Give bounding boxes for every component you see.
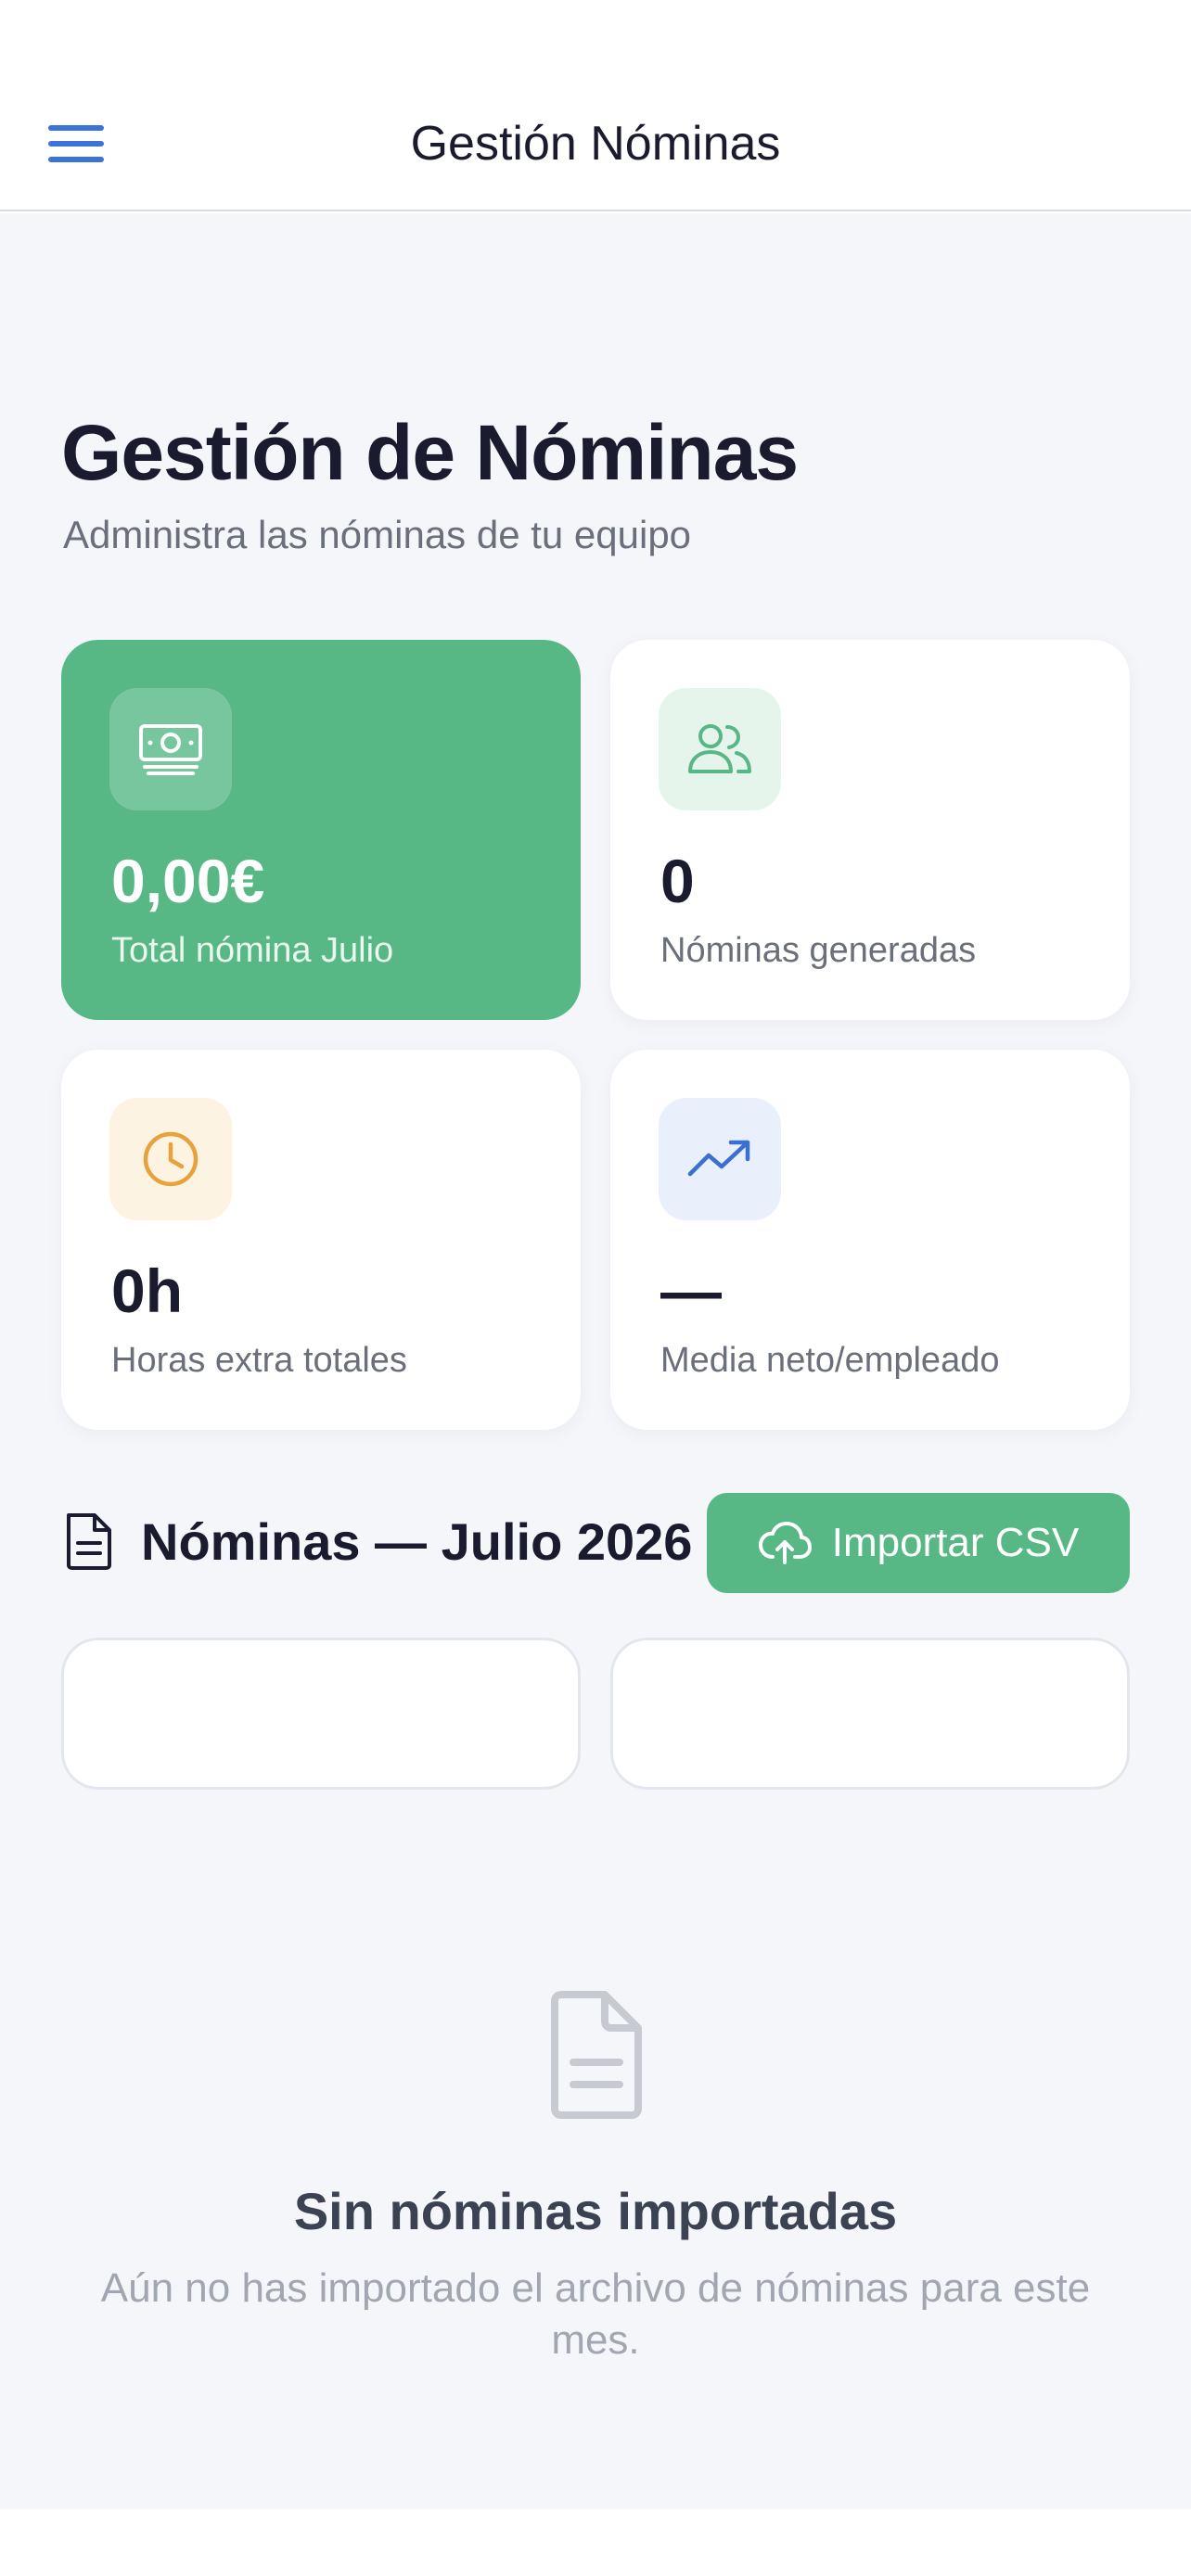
stat-value: 0h <box>111 1256 184 1325</box>
stat-value: 0,00€ <box>111 847 265 915</box>
import-csv-label: Importar CSV <box>831 1520 1080 1565</box>
money-icon-badge <box>109 688 232 810</box>
top-nav-bar: Gestión Nóminas <box>0 0 1191 211</box>
section-title: Nóminas — Julio 2026 <box>141 1512 693 1571</box>
payroll-screen: Gestión Nóminas Gestión de Nóminas Admin… <box>0 0 1191 2576</box>
clock-icon <box>143 1131 198 1187</box>
stat-card-overtime-hours: 0h Horas extra totales <box>61 1050 581 1430</box>
stat-value: — <box>660 1256 722 1325</box>
stat-label: Media neto/empleado <box>660 1341 1000 1380</box>
clock-icon-badge <box>109 1098 232 1220</box>
cloud-upload-icon <box>758 1522 812 1564</box>
money-icon <box>139 724 202 775</box>
stat-label: Total nómina Julio <box>111 931 394 970</box>
nav-title: Gestión Nóminas <box>410 117 781 171</box>
stat-label: Horas extra totales <box>111 1341 407 1380</box>
main-content: Gestión de Nóminas Administra las nómina… <box>0 213 1191 2509</box>
users-icon <box>688 724 751 773</box>
trending-up-icon-badge <box>659 1098 781 1220</box>
filter-box-left[interactable] <box>61 1638 581 1790</box>
trending-up-icon <box>687 1140 750 1177</box>
stat-value: 0 <box>660 847 695 915</box>
import-csv-button[interactable]: Importar CSV <box>707 1493 1130 1593</box>
empty-state-description: Aún no has importado el archivo de nómin… <box>100 2265 1091 2363</box>
page-subtitle: Administra las nóminas de tu equipo <box>63 513 692 556</box>
users-icon-badge <box>659 688 781 810</box>
page-title: Gestión de Nóminas <box>61 409 799 496</box>
stat-card-payrolls-generated: 0 Nóminas generadas <box>610 640 1130 1020</box>
stat-card-total-payroll: 0,00€ Total nómina Julio <box>61 640 581 1020</box>
empty-state-title: Sin nóminas importadas <box>293 2182 898 2240</box>
stat-label: Nóminas generadas <box>660 931 977 970</box>
stat-card-average-net: — Media neto/empleado <box>610 1050 1130 1430</box>
filter-box-right[interactable] <box>610 1638 1130 1790</box>
document-icon <box>67 1513 111 1570</box>
empty-document-icon <box>551 1991 642 2119</box>
bottom-safe-area <box>0 2509 1191 2576</box>
